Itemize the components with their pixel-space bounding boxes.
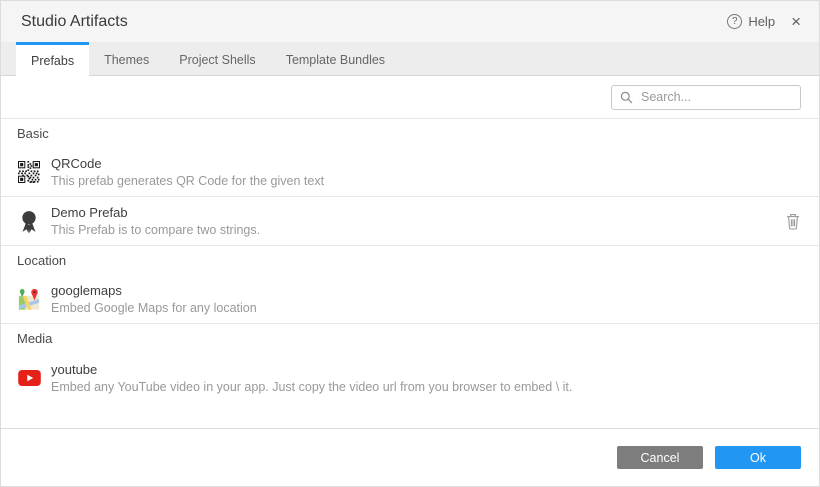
list-item-googlemaps[interactable]: googlemaps Embed Google Maps for any loc…	[1, 275, 819, 324]
search-row	[1, 76, 819, 119]
youtube-icon	[17, 369, 41, 386]
section-header-location: Location	[17, 253, 67, 268]
dialog-footer: Cancel Ok	[1, 428, 819, 486]
section-header-media: Media	[17, 331, 53, 346]
item-text: QRCode This prefab generates QR Code for…	[51, 156, 324, 188]
item-title: youtube	[51, 361, 98, 377]
item-description: This Prefab is to compare two strings.	[51, 223, 261, 237]
search-icon	[620, 91, 633, 103]
dialog-header: Studio Artifacts ? Help ×	[1, 1, 819, 42]
item-actions	[786, 213, 803, 230]
close-icon[interactable]: ×	[791, 13, 801, 30]
list-item-demo-prefab[interactable]: Demo Prefab This Prefab is to compare tw…	[1, 197, 819, 246]
search-box[interactable]	[611, 84, 801, 110]
item-text: googlemaps Embed Google Maps for any loc…	[51, 283, 257, 315]
help-button[interactable]: ? Help	[727, 14, 775, 29]
item-title: googlemaps	[51, 283, 122, 298]
ok-button[interactable]: Ok	[715, 446, 801, 469]
google-maps-icon	[17, 287, 41, 312]
trash-icon	[787, 213, 799, 230]
section-header-basic: Basic	[17, 126, 49, 141]
search-input[interactable]	[639, 89, 792, 105]
item-text: youtube Embed any YouTube video in your …	[51, 362, 572, 394]
cancel-button[interactable]: Cancel	[617, 446, 703, 469]
tab-template-bundles[interactable]: Template Bundles	[271, 42, 400, 75]
list-item-qrcode[interactable]: QRCode This prefab generates QR Code for…	[1, 148, 819, 197]
tab-bar: Prefabs Themes Project Shells Template B…	[1, 42, 819, 76]
delete-prefab-button[interactable]	[786, 213, 800, 230]
item-text: Demo Prefab This Prefab is to compare tw…	[51, 205, 260, 237]
item-description: Embed Google Maps for any location	[51, 301, 257, 315]
item-title: QRCode	[51, 156, 102, 171]
item-description: Embed any YouTube video in your app. Jus…	[51, 379, 573, 394]
item-title: Demo Prefab	[51, 205, 128, 220]
tab-project-shells[interactable]: Project Shells	[164, 42, 270, 75]
tab-themes[interactable]: Themes	[89, 42, 164, 75]
help-label: Help	[748, 14, 776, 29]
help-icon: ?	[727, 14, 743, 29]
header-actions: ? Help ×	[727, 13, 801, 30]
list-item-youtube[interactable]: youtube Embed any YouTube video in your …	[1, 353, 819, 402]
dialog-title: Studio Artifacts	[21, 12, 128, 30]
qrcode-icon	[17, 161, 41, 183]
tab-prefabs[interactable]: Prefabs	[16, 42, 90, 76]
item-description: This prefab generates QR Code for the gi…	[51, 174, 325, 188]
studio-artifacts-dialog: Studio Artifacts ? Help × Prefabs Themes…	[0, 0, 820, 487]
award-ribbon-icon	[17, 209, 41, 234]
